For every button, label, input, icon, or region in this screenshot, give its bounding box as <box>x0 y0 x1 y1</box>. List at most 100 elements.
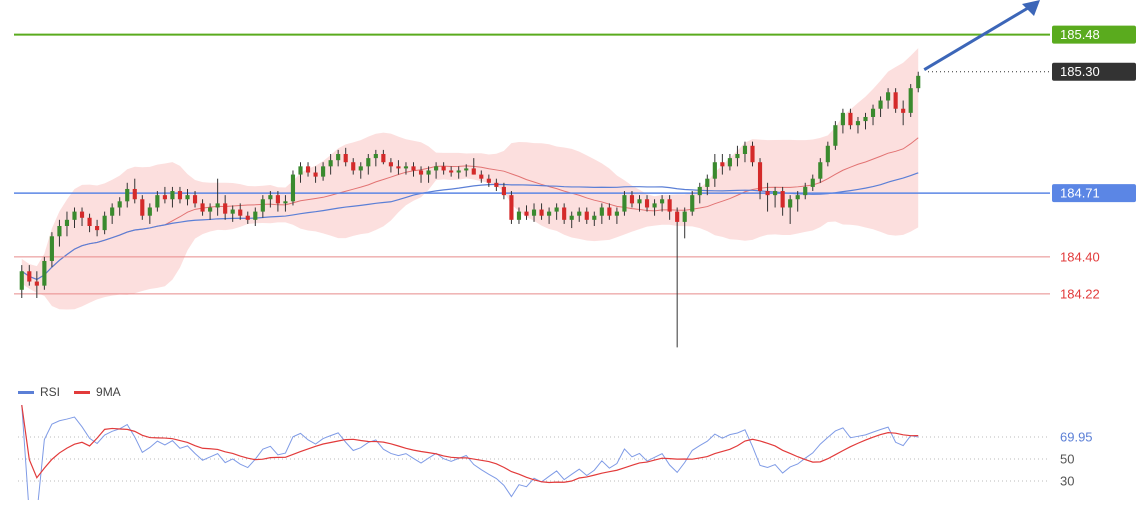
candle-body <box>27 271 32 282</box>
candle-body <box>403 166 409 169</box>
candle-body <box>848 112 853 126</box>
candle-body <box>328 160 333 167</box>
candle-body <box>547 211 552 216</box>
candle-body <box>562 207 567 220</box>
candle-body <box>501 186 506 196</box>
candle-body <box>810 178 815 187</box>
legend-ma-label: 9MA <box>96 385 121 399</box>
candle-body <box>675 211 680 222</box>
candle-body <box>147 207 152 216</box>
candle <box>509 191 514 224</box>
candle-body <box>878 100 883 109</box>
candle-body <box>351 162 356 171</box>
candle-body <box>456 170 461 173</box>
pivot-label: 184.71 <box>1052 184 1136 203</box>
candle-body <box>253 211 258 220</box>
candle-body <box>34 281 39 286</box>
candle-body <box>614 211 619 216</box>
candle-body <box>757 162 763 192</box>
trend-arrow-head <box>1022 0 1040 16</box>
candle-body <box>773 191 778 196</box>
candle-body <box>788 199 793 208</box>
candle-body <box>298 166 303 175</box>
candle-body <box>863 116 868 122</box>
candle-body <box>893 92 898 109</box>
candle-body <box>599 207 604 216</box>
candle-body <box>140 199 145 216</box>
candle <box>290 170 296 206</box>
candle-body <box>531 209 537 216</box>
candle-body <box>855 121 861 126</box>
candle-body <box>215 203 220 208</box>
candle-body <box>336 154 341 161</box>
candle-body <box>358 166 363 171</box>
candle-body <box>901 108 906 113</box>
rsi-current-label: 69.95 <box>1060 430 1093 445</box>
candle-body <box>584 211 589 220</box>
candle-body <box>230 209 235 214</box>
candle-body <box>87 217 92 226</box>
candle-body <box>64 219 70 226</box>
candle-body <box>577 211 582 216</box>
candle-body <box>411 166 416 171</box>
candle-body <box>690 195 695 212</box>
candle-body <box>908 88 913 113</box>
candle-body <box>825 145 830 163</box>
rsi-level30-label: 30 <box>1060 474 1074 489</box>
pivot-label-text: 184.71 <box>1060 186 1100 201</box>
candle-body <box>49 236 54 261</box>
candle-body <box>125 188 130 202</box>
candle-body <box>396 166 401 169</box>
candle-body <box>208 207 213 212</box>
candle-body <box>381 154 386 163</box>
candle-body <box>313 172 318 177</box>
support2-label: 184.22 <box>1060 286 1100 301</box>
candle-body <box>19 271 24 290</box>
candle-body <box>42 260 47 286</box>
candle-body <box>705 178 710 187</box>
candle-body <box>607 207 612 216</box>
current-price-label-text: 185.30 <box>1060 64 1100 79</box>
candle-body <box>795 195 800 200</box>
candle-body <box>840 112 845 126</box>
candle-body <box>833 125 838 146</box>
candle-body <box>916 75 921 89</box>
candle-body <box>192 195 198 204</box>
candle-body <box>434 166 439 171</box>
candle-body <box>727 158 732 167</box>
rsi-swatch <box>18 390 34 394</box>
candle-body <box>735 154 740 159</box>
candle-body <box>660 199 665 204</box>
resistance-label-text: 185.48 <box>1060 27 1100 42</box>
candle-body <box>268 195 273 200</box>
candle-body <box>95 226 100 231</box>
ma-swatch <box>74 390 91 394</box>
candle-body <box>637 199 642 204</box>
candle-body <box>283 201 288 204</box>
candle-body <box>388 162 393 167</box>
candle-body <box>818 162 823 179</box>
candle-body <box>870 108 876 117</box>
candle-body <box>373 154 378 159</box>
candle-body <box>712 162 717 179</box>
candle-body <box>742 145 748 154</box>
rsi-line <box>21 405 919 505</box>
candle-body <box>110 207 115 216</box>
candle-body <box>162 195 167 200</box>
candle-body <box>622 195 627 212</box>
candle-body <box>185 195 190 200</box>
candle-body <box>102 215 107 231</box>
candle-body <box>238 209 243 216</box>
candle-body <box>79 211 85 218</box>
chart-area: 185.48 185.30 184.71 184.40 184.22 69.95 50 30 <box>0 0 1140 505</box>
candle <box>908 84 913 117</box>
candle-body <box>554 207 559 212</box>
candle-body <box>321 166 326 177</box>
candle-body <box>697 186 702 196</box>
resistance-label: 185.48 <box>1052 25 1136 44</box>
legend-item-ma: 9MA <box>74 385 121 399</box>
candle-body <box>644 199 650 208</box>
bollinger-band <box>21 48 919 310</box>
candle-body <box>720 162 725 167</box>
candle-body <box>509 195 514 220</box>
